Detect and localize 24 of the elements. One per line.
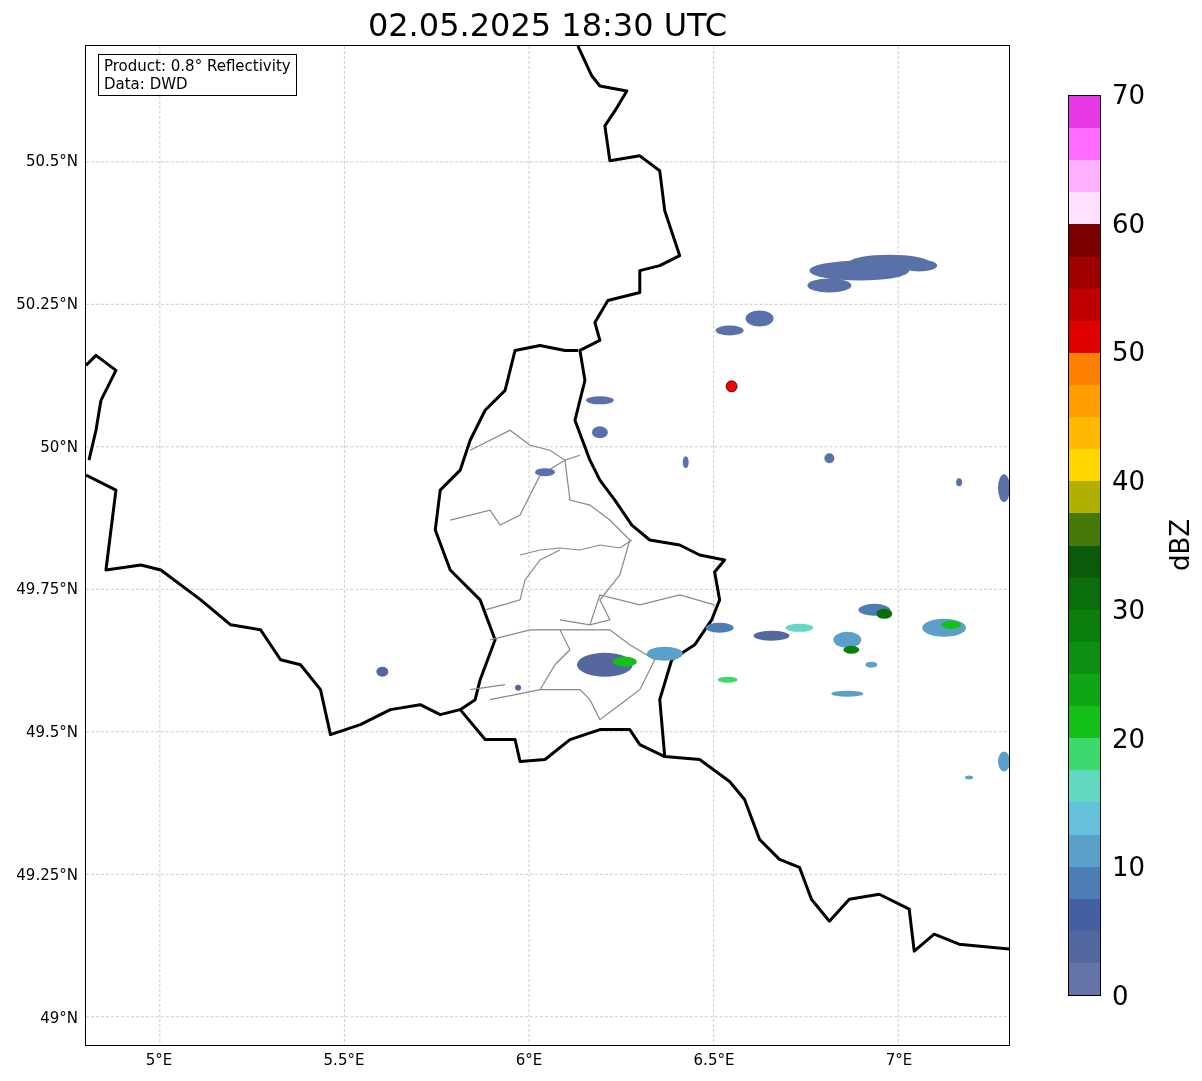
latitude-label: 49°N	[39, 1008, 78, 1027]
latitude-label: 49.75°N	[15, 580, 78, 599]
latitude-label: 49.25°N	[15, 866, 78, 884]
colorbar-tick-label: 10	[1112, 852, 1146, 883]
latitude-label: 50.25°N	[15, 294, 78, 313]
colorbar-tick-label: 0	[1112, 981, 1129, 1011]
latitude-label: 50.5°N	[24, 152, 78, 170]
colorbar-tick-label: 20	[1112, 723, 1146, 754]
colorbar-tick-label: 30	[1112, 594, 1146, 625]
longitude-label: 7°E	[884, 1051, 914, 1069]
longitude-label: 5°E	[144, 1051, 174, 1069]
longitude-label: 6.5°E	[692, 1051, 736, 1069]
longitude-label: 6°E	[514, 1051, 544, 1069]
latitude-label: 50°N	[39, 437, 78, 456]
colorbar-label: dBZ	[1165, 517, 1195, 574]
colorbar-tick-label: 60	[1112, 208, 1146, 239]
longitude-label: 5.5°E	[322, 1051, 366, 1069]
chart-title: 02.05.2025 18:30 UTC	[366, 5, 729, 46]
colorbar-tick-label: 50	[1112, 337, 1146, 368]
latitude-label: 49.5°N	[24, 723, 78, 742]
colorbar-tick-label: 40	[1112, 466, 1146, 497]
location-marker-icon	[725, 380, 738, 393]
info-box: Product: 0.8° Reflectivity Data: DWD	[98, 54, 297, 96]
colorbar-tick-label: 70	[1112, 80, 1146, 110]
